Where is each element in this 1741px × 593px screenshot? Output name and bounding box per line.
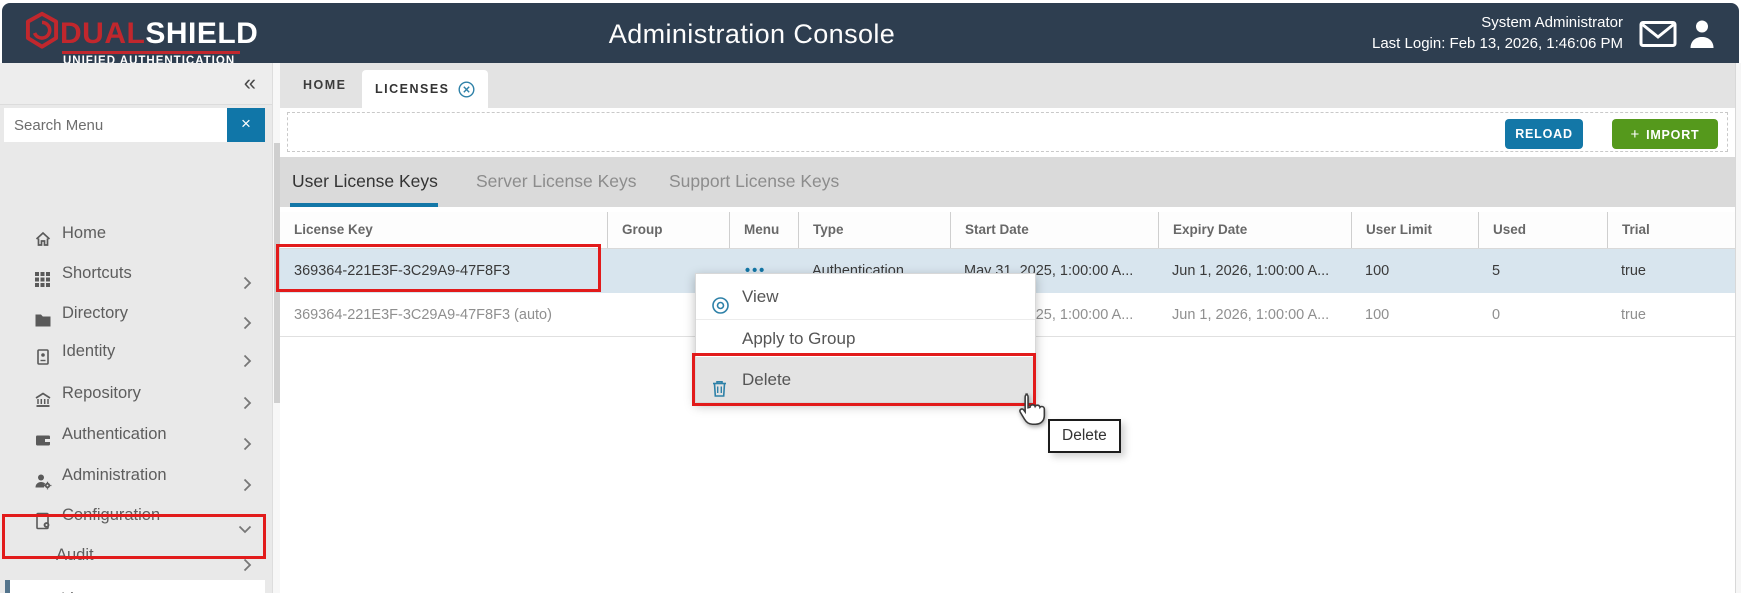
cell-user-limit: 100 — [1351, 293, 1478, 336]
table-header: License Key Group Menu Type Start Date E… — [280, 212, 1735, 249]
cell-expiry-date: Jun 1, 2026, 1:00:00 A... — [1158, 293, 1351, 336]
cell-used: 0 — [1478, 293, 1607, 336]
collapse-sidebar-icon[interactable]: « — [244, 70, 256, 96]
mail-icon[interactable] — [1639, 20, 1677, 48]
column-header-menu[interactable]: Menu — [729, 212, 798, 248]
sidebar-item-home[interactable]: Home — [0, 213, 272, 253]
cell-license-key: 369364-221E3F-3C29A9-47F8F3 (auto) — [280, 293, 607, 336]
brand-name-primary: DUAL — [60, 17, 145, 50]
import-button[interactable]: +IMPORT — [1612, 119, 1718, 149]
user-info: System Administrator Last Login: Feb 13,… — [1372, 12, 1623, 54]
column-header-group[interactable]: Group — [607, 212, 729, 248]
sidebar-item-repository[interactable]: Repository — [0, 373, 272, 413]
column-header-license-key[interactable]: License Key — [280, 212, 607, 248]
context-menu-item-view[interactable]: View — [696, 274, 1035, 319]
sidebar-item-shortcuts[interactable]: Shortcuts — [0, 253, 272, 293]
sidebar-item-audit[interactable]: Audit — [0, 535, 272, 575]
column-header-user-limit[interactable]: User Limit — [1351, 212, 1478, 248]
sidebar-search: × — [4, 108, 265, 142]
row-context-menu: View Apply to Group Delete — [695, 273, 1036, 403]
user-avatar-icon[interactable] — [1687, 18, 1717, 49]
sidebar-item-configuration[interactable]: Configuration — [0, 495, 272, 535]
clear-search-icon[interactable]: × — [227, 108, 265, 142]
plus-icon: + — [1631, 126, 1641, 143]
cell-trial: true — [1607, 249, 1735, 293]
shield-logo-icon — [24, 11, 60, 51]
cell-expiry-date: Jun 1, 2026, 1:00:00 A... — [1158, 249, 1351, 293]
tab-user-license-keys[interactable]: User License Keys — [292, 157, 438, 207]
cell-trial: true — [1607, 293, 1735, 336]
tab-support-license-keys[interactable]: Support License Keys — [669, 157, 839, 207]
sidebar-collapse-row: « — [0, 63, 272, 105]
column-header-start-date[interactable]: Start Date — [950, 212, 1158, 248]
sidebar-item-administration[interactable]: Administration — [0, 455, 272, 495]
sidebar-item-licenses[interactable]: Licenses — [5, 580, 265, 593]
cell-user-limit: 100 — [1351, 249, 1478, 293]
brand-name: DUALSHIELD — [60, 17, 258, 51]
sidebar-scrollbar[interactable] — [272, 63, 280, 593]
trash-icon — [711, 370, 728, 415]
active-tab-underline — [290, 203, 438, 207]
page-title: Administration Console — [432, 19, 1072, 50]
sidebar-item-identity[interactable]: Identity — [0, 331, 272, 371]
tab-home[interactable]: HOME — [290, 63, 360, 108]
tab-server-license-keys[interactable]: Server License Keys — [476, 157, 637, 207]
cell-used: 5 — [1478, 249, 1607, 293]
column-header-trial[interactable]: Trial — [1607, 212, 1735, 248]
sidebar: « × Home Shortcuts Directory Identity Re — [0, 63, 272, 593]
user-name: System Administrator — [1372, 12, 1623, 33]
window-scrollbar[interactable] — [1735, 63, 1741, 593]
toolbar: RELOAD +IMPORT — [280, 108, 1735, 157]
column-header-expiry-date[interactable]: Expiry Date — [1158, 212, 1351, 248]
dualshield-logo: DUALSHIELD UNIFIED AUTHENTICATION — [24, 7, 264, 63]
reload-button[interactable]: RELOAD — [1505, 119, 1583, 149]
sidebar-item-directory[interactable]: Directory — [0, 293, 272, 333]
delete-tooltip: Delete — [1048, 419, 1121, 453]
cell-license-key: 369364-221E3F-3C29A9-47F8F3 — [280, 249, 607, 293]
close-tab-icon[interactable] — [458, 81, 475, 98]
brand-divider — [62, 51, 240, 54]
search-menu-input[interactable] — [4, 108, 227, 142]
app-header: DUALSHIELD UNIFIED AUTHENTICATION Admini… — [2, 3, 1739, 63]
tab-licenses[interactable]: LICENSES — [362, 70, 488, 108]
dualshield-admin-console: DUALSHIELD UNIFIED AUTHENTICATION Admini… — [0, 0, 1741, 593]
context-menu-item-apply-to-group[interactable]: Apply to Group — [696, 319, 1035, 357]
column-header-type[interactable]: Type — [798, 212, 950, 248]
column-header-used[interactable]: Used — [1478, 212, 1607, 248]
tab-bar: HOME LICENSES — [280, 63, 1735, 108]
license-type-tabs: User License Keys Server License Keys Su… — [280, 157, 1735, 207]
last-login: Last Login: Feb 13, 2026, 1:46:06 PM — [1372, 33, 1623, 54]
brand-name-secondary: SHIELD — [145, 17, 258, 50]
sidebar-item-authentication[interactable]: Authentication — [0, 414, 272, 454]
context-menu-item-delete[interactable]: Delete — [696, 357, 1035, 402]
